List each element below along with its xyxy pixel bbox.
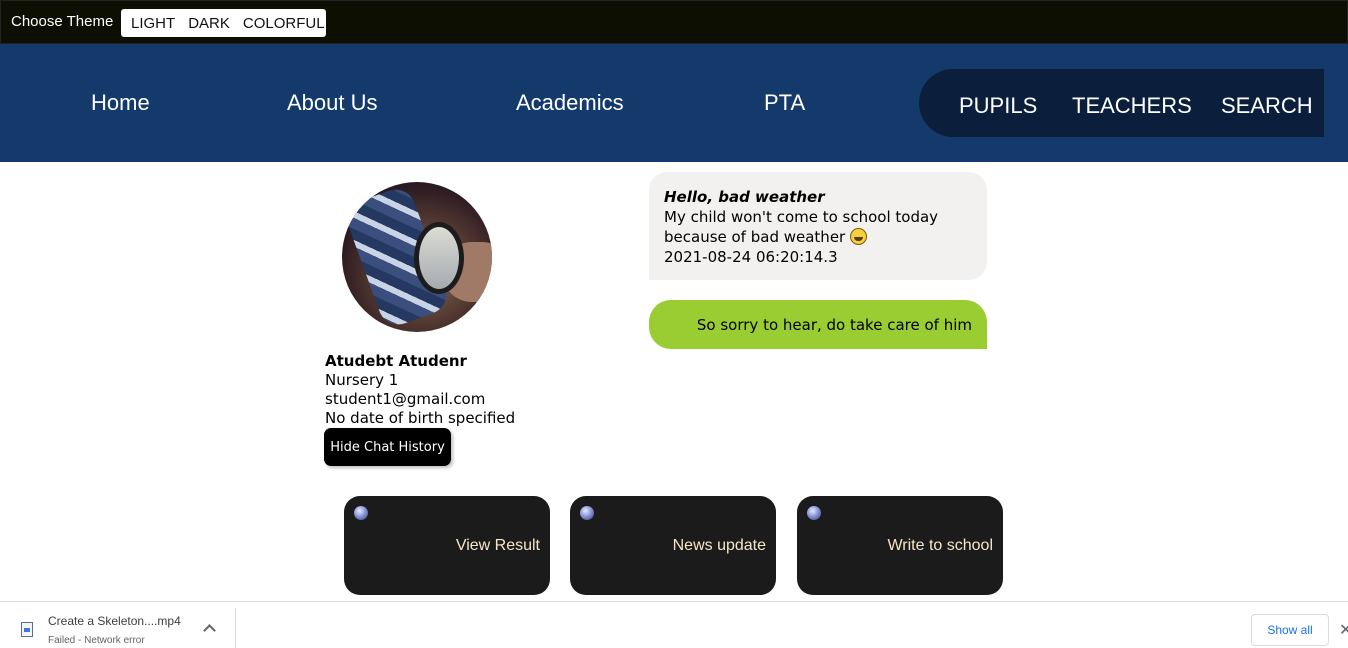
theme-bar: Choose Theme LIGHT DARK COLORFUL <box>0 0 1348 44</box>
outgoing-message-text: So sorry to hear, do take care of him <box>696 316 972 334</box>
nav-home[interactable]: Home <box>91 90 150 116</box>
chevron-up-icon[interactable] <box>203 624 216 637</box>
news-update-card[interactable]: News update <box>570 496 776 595</box>
avatar-watch <box>414 222 464 294</box>
hide-chat-history-button[interactable]: Hide Chat History <box>324 428 451 466</box>
theme-option-colorful[interactable]: COLORFUL <box>243 15 325 32</box>
download-file-name[interactable]: Create a Skeleton....mp4 <box>48 614 181 628</box>
student-dob: No date of birth specified <box>325 409 516 427</box>
card-label: Write to school <box>887 537 993 554</box>
divider <box>235 608 236 648</box>
message-timestamp: 2021-08-24 06:20:14.3 <box>664 248 838 266</box>
theme-option-light[interactable]: LIGHT <box>131 15 175 32</box>
show-all-button[interactable]: Show all <box>1251 614 1329 646</box>
message-subject: Hello, bad weather <box>664 188 825 206</box>
avatar <box>342 182 492 332</box>
download-status: Failed - Network error <box>48 635 145 646</box>
student-class: Nursery 1 <box>325 371 399 389</box>
close-icon[interactable]: ✕ <box>1339 620 1348 639</box>
write-to-school-card[interactable]: Write to school <box>797 496 1003 595</box>
student-name: Atudebt Atudenr <box>325 352 467 370</box>
nav-pta[interactable]: PTA <box>764 90 805 116</box>
incoming-message: Hello, bad weather My child won't come t… <box>649 172 987 280</box>
orb-icon <box>807 506 821 520</box>
message-line-1: My child won't come to school today <box>664 208 939 226</box>
theme-label: Choose Theme <box>11 13 114 30</box>
theme-option-dark[interactable]: DARK <box>188 15 230 32</box>
nav-teachers[interactable]: TEACHERS <box>1072 93 1192 119</box>
nav-about-us[interactable]: About Us <box>287 90 378 116</box>
laughing-emoji-icon <box>850 228 867 245</box>
file-icon <box>21 622 33 637</box>
card-label: View Result <box>455 537 540 554</box>
orb-icon <box>354 506 368 520</box>
nav-pill: PUPILS TEACHERS SEARCH <box>919 69 1324 137</box>
main-nav: Home About Us Academics PTA PUPILS TEACH… <box>0 44 1348 162</box>
card-label: News update <box>672 537 766 554</box>
message-line-2-wrap: because of bad weather <box>664 227 972 247</box>
view-result-card[interactable]: View Result <box>344 496 550 595</box>
orb-icon <box>580 506 594 520</box>
download-bar: Create a Skeleton....mp4 Failed - Networ… <box>0 601 1348 648</box>
nav-pupils[interactable]: PUPILS <box>959 93 1037 119</box>
student-email: student1@gmail.com <box>325 390 486 408</box>
nav-academics[interactable]: Academics <box>516 90 624 116</box>
message-line-2: because of bad weather <box>664 228 846 246</box>
outgoing-message: So sorry to hear, do take care of him <box>649 300 987 349</box>
theme-options: LIGHT DARK COLORFUL <box>121 9 326 37</box>
nav-search[interactable]: SEARCH <box>1221 93 1313 119</box>
